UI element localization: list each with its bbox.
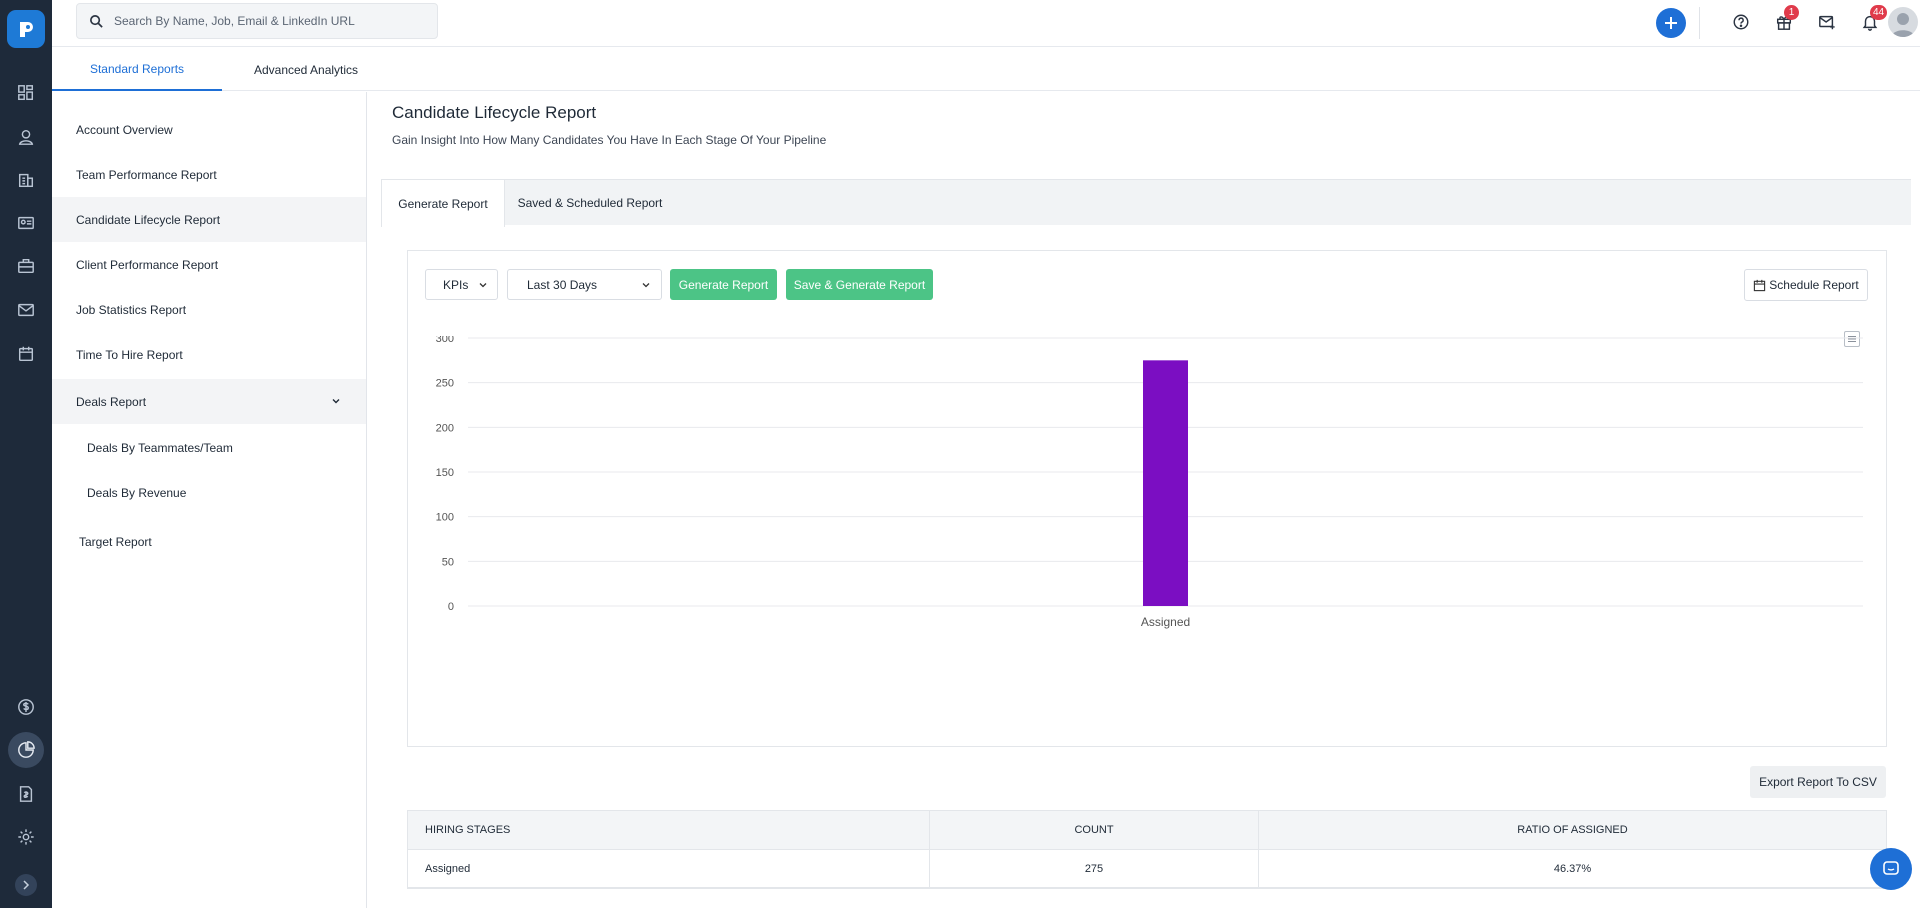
- candidates-icon[interactable]: [12, 123, 40, 151]
- cell-stage: Assigned: [408, 850, 930, 887]
- y-tick-label: 100: [436, 512, 454, 524]
- gift-button[interactable]: 1: [1772, 5, 1799, 34]
- contacts-icon[interactable]: [12, 209, 40, 237]
- report-tabs: Generate Report Saved & Scheduled Report: [381, 179, 1911, 227]
- save-generate-report-button[interactable]: Save & Generate Report: [786, 269, 933, 300]
- chat-icon: [1883, 861, 1899, 875]
- user-avatar[interactable]: [1888, 7, 1918, 37]
- schedule-report-button[interactable]: Schedule Report: [1744, 269, 1868, 301]
- gift-badge: 1: [1784, 5, 1799, 20]
- notification-badge: 44: [1870, 5, 1888, 20]
- report-type-tabs: Standard Reports Advanced Analytics: [52, 48, 1920, 91]
- calendar-icon[interactable]: [12, 340, 40, 368]
- date-range-value: Last 30 Days: [527, 277, 598, 292]
- bar-chart: 0 50 100 150 200 250 300 Assigned: [436, 336, 1863, 629]
- sidebar-item-job-statistics[interactable]: Job Statistics Report: [52, 287, 366, 332]
- topbar-divider: [1699, 7, 1700, 39]
- help-button[interactable]: [1729, 10, 1753, 34]
- date-range-select[interactable]: Last 30 Days: [507, 269, 662, 300]
- schedule-report-label: Schedule Report: [1769, 278, 1859, 292]
- y-tick-label: 200: [436, 422, 454, 434]
- sidebar-item-label: Deals Report: [76, 394, 147, 409]
- chart-bar[interactable]: [1143, 360, 1188, 606]
- page-subtitle: Gain Insight Into How Many Candidates Yo…: [392, 133, 827, 147]
- help-icon: [1733, 14, 1749, 30]
- settings-icon[interactable]: [12, 823, 40, 851]
- chevron-down-icon: [642, 282, 650, 287]
- tab-saved-scheduled-report[interactable]: Saved & Scheduled Report: [505, 180, 675, 226]
- sidebar-item-time-to-hire[interactable]: Time To Hire Report: [52, 332, 366, 377]
- reports-icon[interactable]: [8, 732, 44, 768]
- column-header-ratio: RATIO OF ASSIGNED: [1517, 824, 1628, 836]
- cell-ratio: 46.37%: [1553, 862, 1592, 875]
- search-icon: [90, 14, 103, 28]
- chat-support-button[interactable]: [1870, 848, 1912, 890]
- chevron-down-icon: [332, 399, 340, 404]
- mail-plus-icon: [1819, 15, 1835, 30]
- compose-mail-button[interactable]: [1815, 10, 1839, 34]
- kpi-select-value: KPIs: [443, 277, 469, 292]
- tab-standard-reports[interactable]: Standard Reports: [52, 48, 222, 91]
- reports-sidebar: Account Overview Team Performance Report…: [52, 92, 367, 908]
- tab-generate-report[interactable]: Generate Report: [381, 180, 505, 227]
- kpi-select[interactable]: KPIs: [425, 269, 498, 300]
- search-input[interactable]: [114, 14, 434, 28]
- billing-icon[interactable]: [12, 693, 40, 721]
- y-tick-label: 300: [436, 336, 454, 345]
- invoice-icon[interactable]: [12, 780, 40, 808]
- app-logo[interactable]: [7, 10, 45, 48]
- report-card: KPIs Last 30 Days Generate Report Save &…: [407, 250, 1887, 747]
- sidebar-item-target-report[interactable]: Target Report: [52, 519, 366, 564]
- calendar-icon: [1754, 279, 1766, 291]
- expand-rail-button[interactable]: [15, 874, 37, 896]
- column-header-count: COUNT: [930, 811, 1259, 849]
- table-row: Assigned 275 46.37%: [408, 850, 1886, 888]
- column-header-hiring-stages: HIRING STAGES: [408, 811, 930, 849]
- cell-count: 275: [930, 850, 1259, 887]
- sidebar-item-deals-by-teammates[interactable]: Deals By Teammates/Team: [52, 425, 366, 470]
- companies-icon[interactable]: [12, 166, 40, 194]
- x-tick-label: Assigned: [1141, 615, 1190, 629]
- plus-icon: [1665, 17, 1677, 29]
- table-header-row: HIRING STAGES COUNT RATIO OF ASSIGNED: [408, 811, 1886, 850]
- report-content: Candidate Lifecycle Report Gain Insight …: [381, 92, 1911, 908]
- sidebar-item-candidate-lifecycle[interactable]: Candidate Lifecycle Report: [52, 197, 366, 242]
- left-rail: [0, 0, 52, 908]
- tab-advanced-analytics[interactable]: Advanced Analytics: [222, 48, 390, 91]
- export-csv-button[interactable]: Export Report To CSV: [1750, 766, 1886, 798]
- sidebar-item-deals-report[interactable]: Deals Report: [52, 379, 366, 424]
- sidebar-item-deals-by-revenue[interactable]: Deals By Revenue: [52, 470, 366, 515]
- y-tick-label: 150: [436, 467, 454, 479]
- top-bar: 1 44: [52, 0, 1920, 47]
- sidebar-item-team-performance[interactable]: Team Performance Report: [52, 152, 366, 197]
- notifications-button[interactable]: 44: [1858, 5, 1888, 34]
- page-title: Candidate Lifecycle Report: [392, 103, 597, 122]
- chevron-down-icon: [479, 282, 487, 287]
- sidebar-item-client-performance[interactable]: Client Performance Report: [52, 242, 366, 287]
- chevron-right-icon: [23, 880, 30, 890]
- jobs-icon[interactable]: [12, 252, 40, 280]
- y-tick-label: 50: [442, 556, 454, 568]
- quick-add-button[interactable]: [1656, 8, 1686, 38]
- inbox-icon[interactable]: [12, 296, 40, 324]
- user-avatar-icon: [1891, 13, 1915, 37]
- hiring-stages-table: HIRING STAGES COUNT RATIO OF ASSIGNED As…: [407, 810, 1887, 889]
- y-tick-label: 0: [448, 601, 454, 613]
- dashboard-icon[interactable]: [12, 79, 40, 107]
- global-search[interactable]: [76, 3, 438, 39]
- generate-report-button[interactable]: Generate Report: [670, 269, 777, 300]
- y-tick-label: 250: [436, 378, 454, 390]
- sidebar-item-account-overview[interactable]: Account Overview: [52, 107, 366, 152]
